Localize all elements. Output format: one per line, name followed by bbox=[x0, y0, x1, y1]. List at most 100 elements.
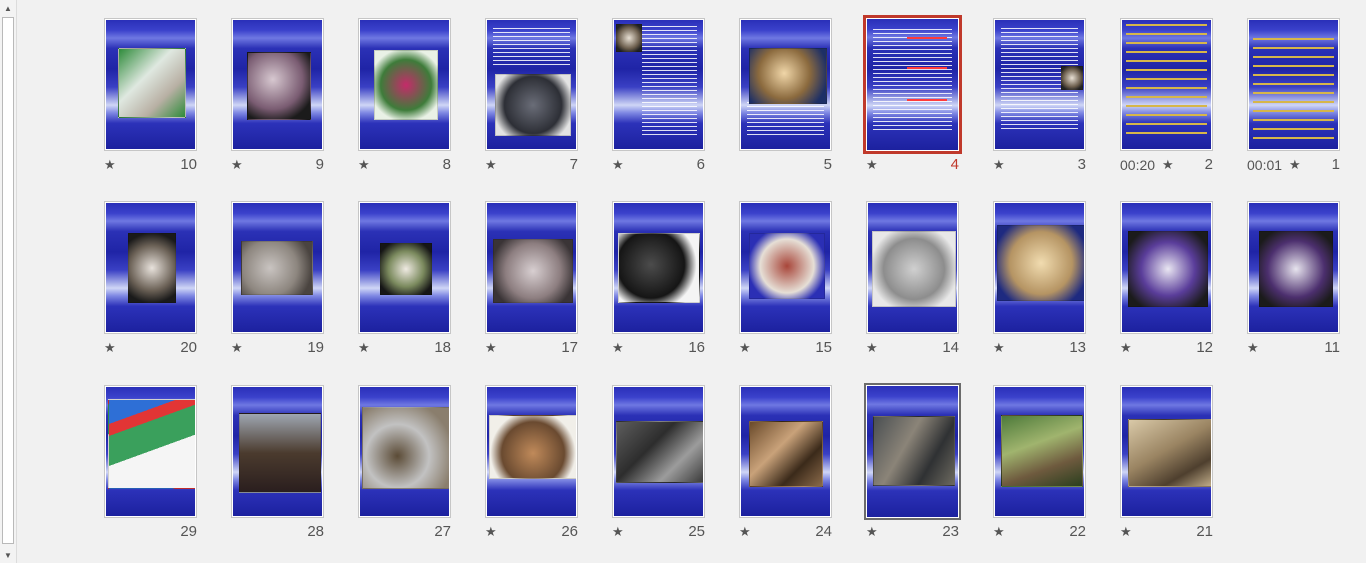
slide-thumbnail-27[interactable]: 27 bbox=[358, 385, 477, 546]
star-icon[interactable]: ★ bbox=[739, 338, 751, 358]
slide-thumbnail-7[interactable]: ★ 7 bbox=[485, 18, 604, 179]
slide-preview[interactable] bbox=[231, 18, 324, 151]
slide-thumbnail-29[interactable]: 29 bbox=[104, 385, 223, 546]
slide-thumbnail-24[interactable]: ★ 24 bbox=[739, 385, 858, 546]
star-icon[interactable]: ★ bbox=[358, 155, 370, 175]
slide-number: 9 bbox=[315, 156, 324, 173]
slide-background bbox=[106, 387, 195, 516]
slide-meta: ★ 00:01 1 bbox=[1247, 155, 1340, 175]
slide-sorter-grid: ★ 10 ★ 9 ★ 8 ★ 7 ★ 6 5 ★ 4 ★ 3 ★ 00:20 2 ★ 00:01 1 ★ 20 ★ 19 ★ 18 ★… bbox=[0, 0, 1366, 563]
slide-preview[interactable] bbox=[1247, 18, 1340, 151]
slide-preview[interactable] bbox=[231, 385, 324, 518]
rock-image bbox=[128, 233, 176, 303]
star-icon[interactable]: ★ bbox=[104, 155, 116, 175]
slide-preview[interactable] bbox=[993, 385, 1086, 518]
star-icon[interactable]: ★ bbox=[739, 522, 751, 542]
slide-preview[interactable] bbox=[1120, 385, 1213, 518]
star-icon[interactable]: ★ bbox=[1247, 338, 1259, 358]
star-icon[interactable]: ★ bbox=[1120, 338, 1132, 358]
slide-preview[interactable] bbox=[1120, 18, 1213, 151]
star-icon[interactable]: ★ bbox=[231, 338, 243, 358]
slide-thumbnail-4[interactable]: ★ 4 bbox=[863, 15, 985, 179]
rock-image bbox=[618, 233, 700, 303]
slide-thumbnail-9[interactable]: ★ 9 bbox=[231, 18, 350, 179]
slide-preview[interactable] bbox=[739, 385, 832, 518]
star-icon[interactable]: ★ bbox=[612, 522, 624, 542]
slide-preview[interactable] bbox=[1247, 201, 1340, 334]
slide-thumbnail-21[interactable]: ★ 21 bbox=[1120, 385, 1239, 546]
star-icon[interactable]: ★ bbox=[485, 155, 497, 175]
slide-preview[interactable] bbox=[739, 201, 832, 334]
slide-thumbnail-20[interactable]: ★ 20 bbox=[104, 201, 223, 362]
slide-thumbnail-22[interactable]: ★ 22 bbox=[993, 385, 1112, 546]
slide-preview[interactable] bbox=[612, 18, 705, 151]
slide-preview[interactable] bbox=[863, 15, 962, 154]
slide-preview[interactable] bbox=[993, 201, 1086, 334]
slide-preview[interactable] bbox=[485, 201, 578, 334]
slide-thumbnail-6[interactable]: ★ 6 bbox=[612, 18, 731, 179]
slide-number: 19 bbox=[307, 339, 324, 356]
slide-meta: ★ 21 bbox=[1120, 522, 1213, 542]
slide-thumbnail-19[interactable]: ★ 19 bbox=[231, 201, 350, 362]
star-icon[interactable]: ★ bbox=[104, 338, 116, 358]
star-icon[interactable]: ★ bbox=[1120, 522, 1132, 542]
star-icon[interactable]: ★ bbox=[866, 155, 878, 175]
slide-thumbnail-1[interactable]: ★ 00:01 1 bbox=[1247, 18, 1366, 179]
slide-preview[interactable] bbox=[864, 383, 961, 520]
slide-thumbnail-12[interactable]: ★ 12 bbox=[1120, 201, 1239, 362]
slide-preview[interactable] bbox=[485, 18, 578, 151]
slide-thumbnail-23[interactable]: ★ 23 bbox=[864, 383, 985, 546]
slide-preview[interactable] bbox=[993, 18, 1086, 151]
slide-thumbnail-2[interactable]: ★ 00:20 2 bbox=[1120, 18, 1239, 179]
star-icon[interactable]: ★ bbox=[612, 338, 624, 358]
slide-preview[interactable] bbox=[104, 385, 197, 518]
star-icon[interactable]: ★ bbox=[358, 338, 370, 358]
slide-preview[interactable] bbox=[612, 385, 705, 518]
star-icon[interactable]: ★ bbox=[485, 338, 497, 358]
slide-background bbox=[1249, 203, 1338, 332]
star-icon[interactable]: ★ bbox=[485, 522, 497, 542]
slide-thumbnail-14[interactable]: ★ 14 bbox=[866, 201, 985, 362]
star-icon[interactable]: ★ bbox=[993, 522, 1005, 542]
star-icon[interactable]: ★ bbox=[993, 155, 1005, 175]
slide-thumbnail-8[interactable]: ★ 8 bbox=[358, 18, 477, 179]
slide-preview[interactable] bbox=[485, 385, 578, 518]
slide-preview[interactable] bbox=[104, 201, 197, 334]
slide-meta: ★ 6 bbox=[612, 155, 705, 175]
slide-thumbnail-11[interactable]: ★ 11 bbox=[1247, 201, 1366, 362]
slide-meta: ★ 11 bbox=[1247, 338, 1340, 358]
slide-thumbnail-18[interactable]: ★ 18 bbox=[358, 201, 477, 362]
slide-title-text bbox=[1253, 38, 1334, 142]
slide-thumbnail-16[interactable]: ★ 16 bbox=[612, 201, 731, 362]
slide-preview[interactable] bbox=[358, 385, 451, 518]
star-icon[interactable]: ★ bbox=[1162, 155, 1174, 175]
slide-preview[interactable] bbox=[739, 18, 832, 151]
slide-preview[interactable] bbox=[231, 201, 324, 334]
slide-preview[interactable] bbox=[358, 201, 451, 334]
star-icon[interactable]: ★ bbox=[1289, 155, 1301, 175]
slide-preview[interactable] bbox=[1120, 201, 1213, 334]
rock-image bbox=[749, 48, 827, 104]
slide-thumbnail-10[interactable]: ★ 10 bbox=[104, 18, 223, 179]
slide-thumbnail-15[interactable]: ★ 15 bbox=[739, 201, 858, 362]
slide-meta: ★ 23 bbox=[866, 522, 959, 542]
slide-preview[interactable] bbox=[104, 18, 197, 151]
slide-background bbox=[1249, 20, 1338, 149]
slide-preview[interactable] bbox=[358, 18, 451, 151]
slide-preview[interactable] bbox=[612, 201, 705, 334]
star-icon[interactable]: ★ bbox=[993, 338, 1005, 358]
star-icon[interactable]: ★ bbox=[231, 155, 243, 175]
slide-thumbnail-26[interactable]: ★ 26 bbox=[485, 385, 604, 546]
star-icon[interactable]: ★ bbox=[866, 338, 878, 358]
slide-thumbnail-17[interactable]: ★ 17 bbox=[485, 201, 604, 362]
star-icon[interactable]: ★ bbox=[612, 155, 624, 175]
slide-thumbnail-5[interactable]: 5 bbox=[739, 18, 858, 179]
slide-meta: ★ 20 bbox=[104, 338, 197, 358]
star-icon[interactable]: ★ bbox=[866, 522, 878, 542]
slide-meta: 28 bbox=[231, 522, 324, 542]
slide-thumbnail-13[interactable]: ★ 13 bbox=[993, 201, 1112, 362]
slide-thumbnail-3[interactable]: ★ 3 bbox=[993, 18, 1112, 179]
slide-preview[interactable] bbox=[866, 201, 959, 334]
slide-thumbnail-25[interactable]: ★ 25 bbox=[612, 385, 731, 546]
slide-thumbnail-28[interactable]: 28 bbox=[231, 385, 350, 546]
